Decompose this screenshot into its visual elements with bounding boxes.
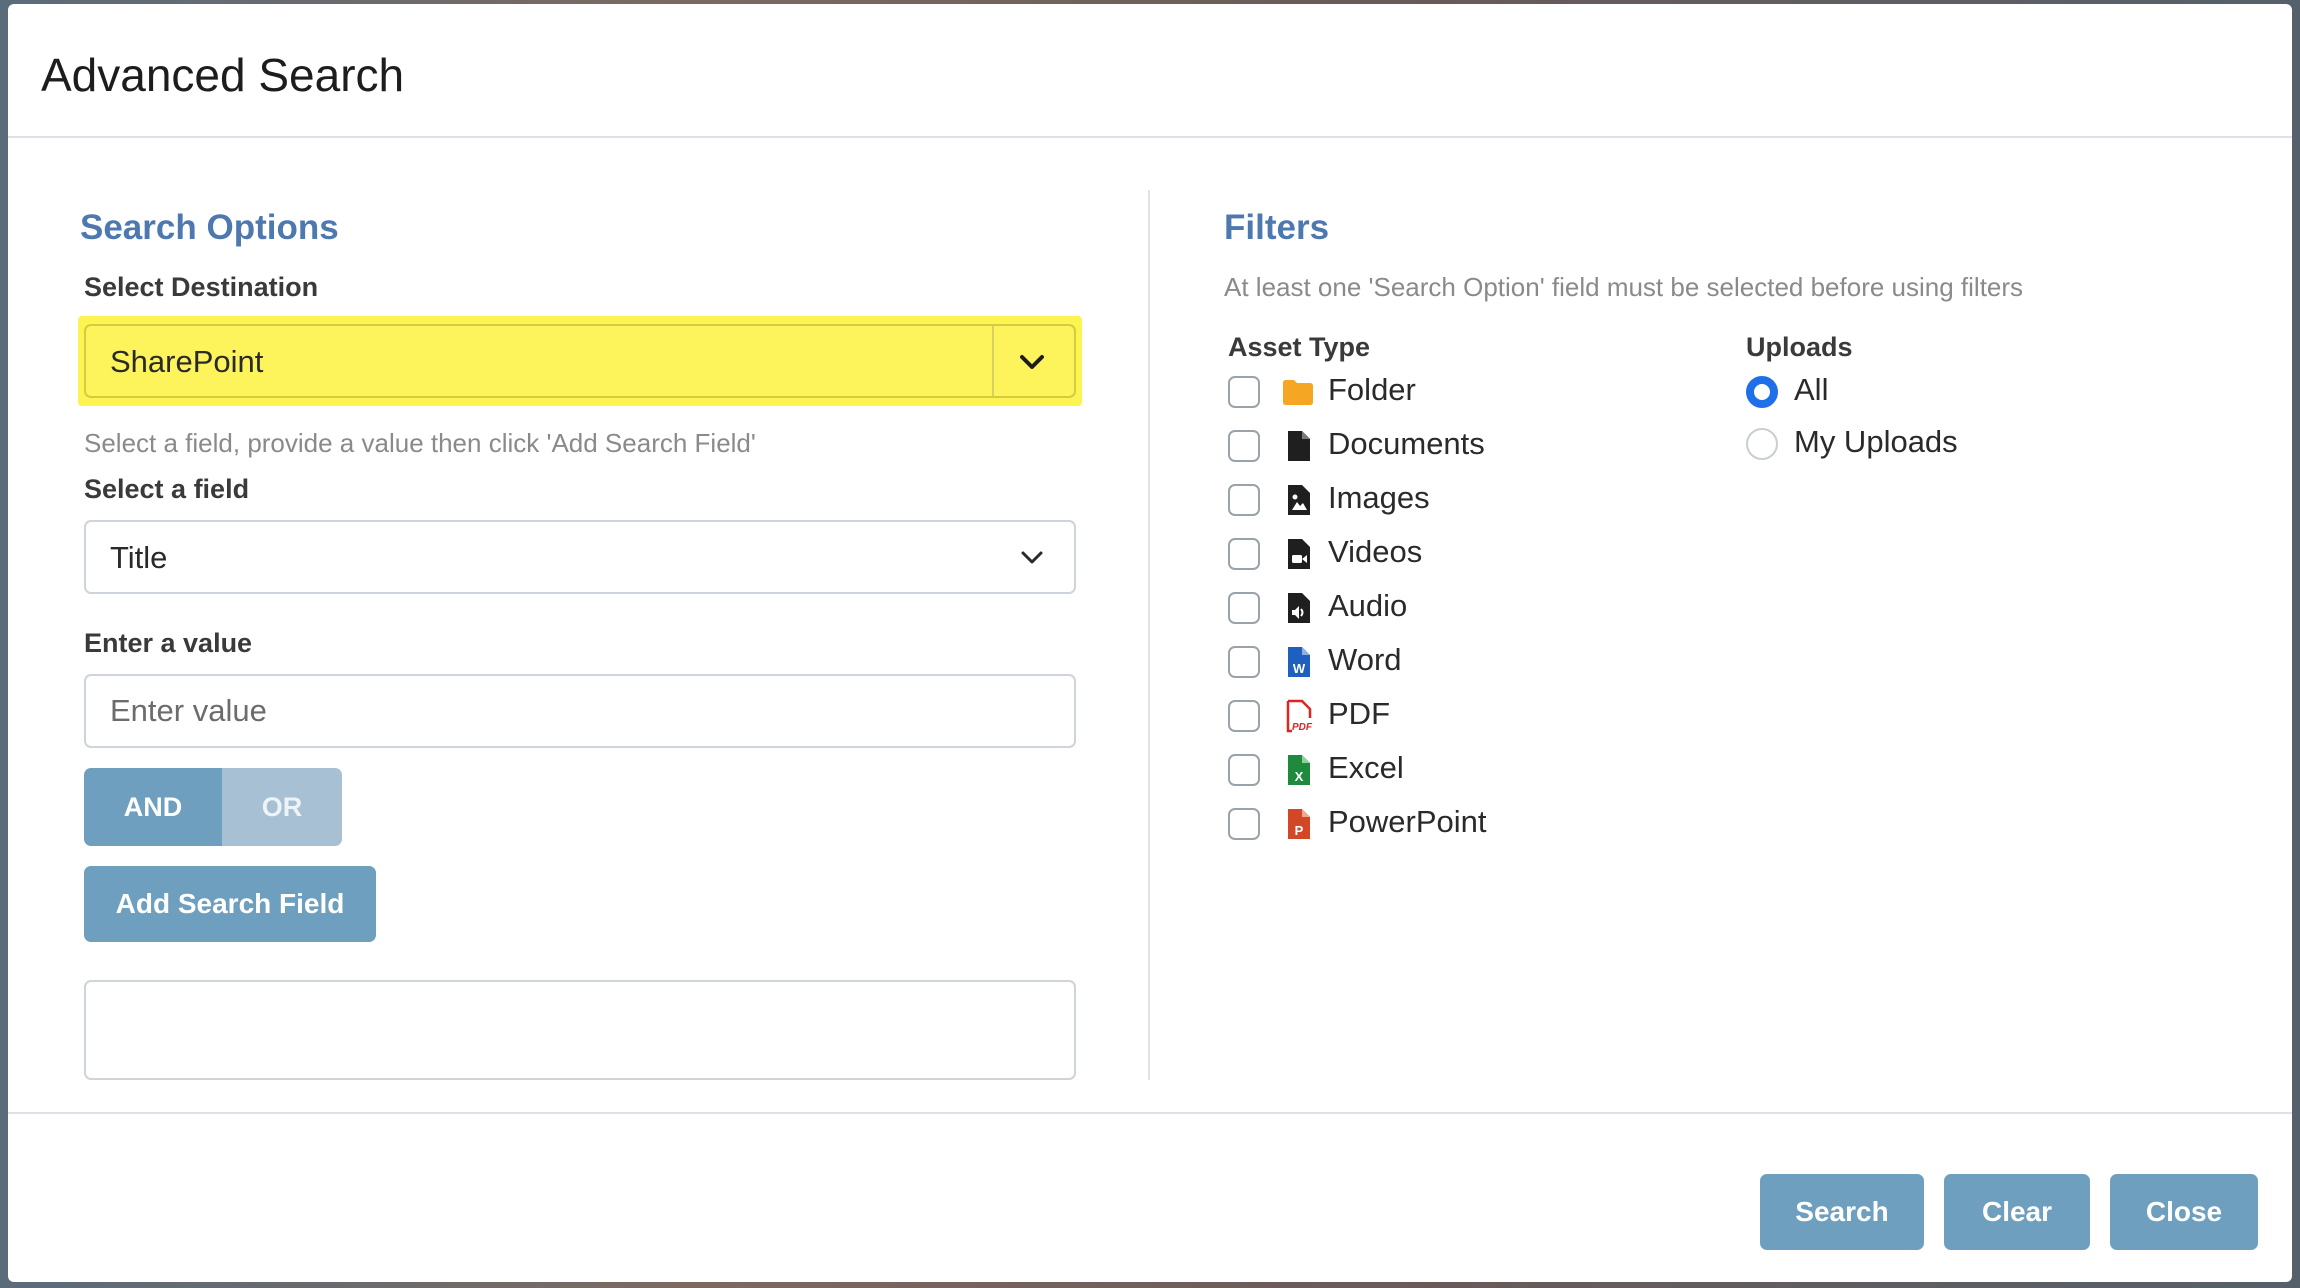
asset-type-label-text: Audio bbox=[1328, 588, 1408, 623]
destination-select-value: SharePoint bbox=[110, 344, 264, 379]
powerpoint-file-icon: P bbox=[1288, 809, 1310, 839]
dialog-title: Advanced Search bbox=[41, 49, 405, 101]
svg-text:X: X bbox=[1295, 769, 1304, 784]
uploads-my-uploads-radio[interactable] bbox=[1746, 428, 1778, 460]
asset-type-videos[interactable]: Videos bbox=[1228, 534, 1728, 574]
search-button[interactable]: Search bbox=[1760, 1174, 1924, 1250]
search-fields-box[interactable] bbox=[84, 980, 1076, 1080]
asset-type-label-text: Folder bbox=[1328, 372, 1416, 407]
asset-type-pdf[interactable]: PDF PDF bbox=[1228, 696, 1728, 736]
uploads-option-all[interactable]: All bbox=[1746, 372, 2146, 412]
pdf-checkbox[interactable] bbox=[1228, 700, 1260, 732]
pdf-file-icon: PDF bbox=[1286, 699, 1313, 733]
svg-text:W: W bbox=[1293, 661, 1306, 676]
asset-type-documents[interactable]: Documents bbox=[1228, 426, 1728, 466]
chevron-down-icon[interactable] bbox=[1012, 538, 1052, 578]
advanced-search-dialog: Advanced Search Search Options Select De… bbox=[8, 4, 2292, 1282]
uploads-label: Uploads bbox=[1746, 332, 1853, 362]
asset-type-audio[interactable]: Audio bbox=[1228, 588, 1728, 628]
column-divider bbox=[1148, 190, 1150, 1080]
clear-button[interactable]: Clear bbox=[1944, 1174, 2090, 1250]
operator-and-button[interactable]: AND bbox=[84, 768, 222, 846]
asset-type-label-text: Images bbox=[1328, 480, 1430, 515]
powerpoint-checkbox[interactable] bbox=[1228, 808, 1260, 840]
operator-toggle: AND OR bbox=[84, 768, 342, 846]
asset-type-label-text: Videos bbox=[1328, 534, 1423, 569]
asset-type-label-text: Word bbox=[1328, 642, 1402, 677]
documents-checkbox[interactable] bbox=[1228, 430, 1260, 462]
excel-checkbox[interactable] bbox=[1228, 754, 1260, 786]
field-select[interactable]: Title bbox=[84, 520, 1076, 594]
audio-file-icon bbox=[1288, 593, 1310, 623]
folder-checkbox[interactable] bbox=[1228, 376, 1260, 408]
folder-icon bbox=[1283, 380, 1313, 405]
svg-text:PDF: PDF bbox=[1292, 722, 1313, 733]
asset-type-label: Asset Type bbox=[1228, 332, 1371, 362]
add-search-field-button[interactable]: Add Search Field bbox=[84, 866, 376, 942]
dialog-header: Advanced Search bbox=[8, 4, 2292, 138]
svg-text:P: P bbox=[1295, 823, 1304, 838]
filters-hint: At least one 'Search Option' field must … bbox=[1224, 272, 2024, 302]
search-field-hint: Select a field, provide a value then cli… bbox=[84, 428, 756, 458]
close-button[interactable]: Close bbox=[2110, 1174, 2258, 1250]
uploads-option-my-uploads[interactable]: My Uploads bbox=[1746, 424, 2146, 464]
select-destination-label: Select Destination bbox=[84, 272, 319, 302]
images-checkbox[interactable] bbox=[1228, 484, 1260, 516]
destination-select[interactable]: SharePoint bbox=[84, 324, 1076, 398]
document-icon bbox=[1288, 431, 1310, 461]
uploads-option-label: My Uploads bbox=[1794, 424, 1958, 459]
asset-type-word[interactable]: W Word bbox=[1228, 642, 1728, 682]
asset-type-label-text: PowerPoint bbox=[1328, 804, 1487, 839]
excel-file-icon: X bbox=[1288, 755, 1310, 785]
word-file-icon: W bbox=[1288, 647, 1310, 677]
asset-type-label-text: PDF bbox=[1328, 696, 1390, 731]
asset-type-folder[interactable]: Folder bbox=[1228, 372, 1728, 412]
word-checkbox[interactable] bbox=[1228, 646, 1260, 678]
enter-value-label: Enter a value bbox=[84, 628, 253, 658]
footer-divider bbox=[8, 1112, 2292, 1114]
operator-or-button[interactable]: OR bbox=[222, 768, 342, 846]
field-select-value: Title bbox=[110, 540, 168, 575]
videos-checkbox[interactable] bbox=[1228, 538, 1260, 570]
asset-type-powerpoint[interactable]: P PowerPoint bbox=[1228, 804, 1728, 844]
uploads-option-label: All bbox=[1794, 372, 1829, 407]
audio-checkbox[interactable] bbox=[1228, 592, 1260, 624]
image-file-icon bbox=[1288, 485, 1310, 515]
video-file-icon bbox=[1288, 539, 1310, 569]
search-options-heading: Search Options bbox=[80, 208, 339, 247]
destination-select-separator bbox=[992, 326, 994, 396]
asset-type-excel[interactable]: X Excel bbox=[1228, 750, 1728, 790]
asset-type-label-text: Excel bbox=[1328, 750, 1404, 785]
chevron-down-icon[interactable] bbox=[1012, 342, 1052, 382]
asset-type-images[interactable]: Images bbox=[1228, 480, 1728, 520]
uploads-all-radio[interactable] bbox=[1746, 376, 1778, 408]
value-input[interactable] bbox=[84, 674, 1076, 748]
filters-heading: Filters bbox=[1224, 208, 1330, 247]
select-field-label: Select a field bbox=[84, 474, 250, 504]
asset-type-label-text: Documents bbox=[1328, 426, 1485, 461]
